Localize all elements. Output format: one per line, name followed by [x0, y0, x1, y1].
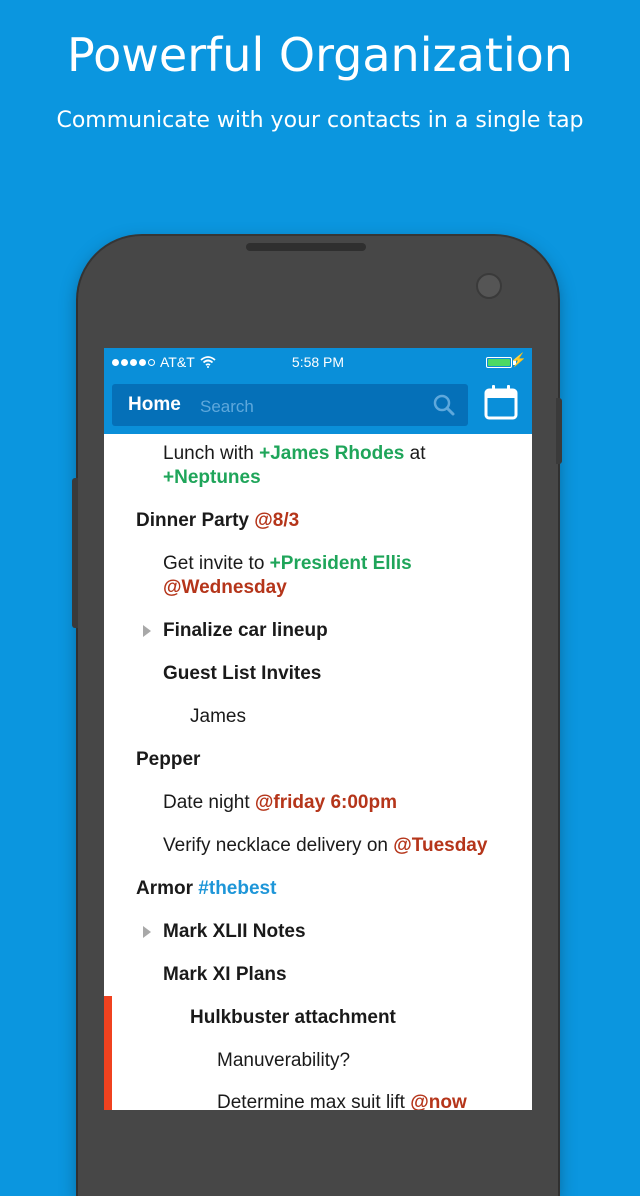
date-mention[interactable]: @friday 6:00pm	[255, 792, 397, 813]
outline-item[interactable]: @Wednesday	[104, 576, 532, 600]
outline-item[interactable]: Date night @friday 6:00pm	[104, 791, 532, 815]
outline-item[interactable]: Verify necklace delivery on @Tuesday	[104, 834, 532, 858]
item-text: Mark XLII Notes	[163, 921, 306, 942]
expand-arrow-icon[interactable]	[143, 926, 151, 938]
item-text: Verify necklace delivery on	[163, 835, 394, 856]
outline-item[interactable]: Finalize car lineup	[104, 619, 532, 643]
promo-title: Powerful Organization	[67, 28, 573, 82]
hashtag[interactable]: #thebest	[198, 878, 276, 899]
outline-list: Lunch with +James Rhodes at +Neptunes Dinn…	[104, 434, 532, 1110]
contact-mention[interactable]: +President Ellis	[270, 553, 412, 574]
outline-item[interactable]: Get invite to +President Ellis	[104, 552, 532, 576]
power-button	[556, 398, 562, 464]
search-bar[interactable]: Home Search	[112, 384, 468, 426]
outline-item[interactable]: Guest List Invites	[104, 662, 532, 686]
outline-item[interactable]: Lunch with +James Rhodes at	[104, 442, 532, 466]
item-text: Finalize car lineup	[163, 620, 328, 641]
volume-button	[72, 478, 78, 628]
outline-item[interactable]: Determine max suit lift @now	[104, 1091, 532, 1110]
item-text: Mark XI Plans	[163, 964, 287, 985]
outline-item[interactable]: Mark XLII Notes	[104, 920, 532, 944]
item-text: at	[404, 443, 426, 464]
contact-mention[interactable]: +Neptunes	[163, 467, 261, 488]
item-text: Pepper	[136, 749, 201, 770]
phone-camera	[476, 273, 502, 299]
home-button[interactable]: Home	[128, 394, 181, 416]
battery-icon	[486, 357, 512, 368]
status-time: 5:58 PM	[291, 354, 345, 370]
outline-item[interactable]: James	[104, 705, 532, 729]
search-input[interactable]: Search	[200, 397, 254, 417]
focus-indicator	[104, 996, 112, 1110]
date-mention[interactable]: @Tuesday	[393, 835, 487, 856]
search-icon[interactable]	[432, 393, 456, 417]
expand-arrow-icon[interactable]	[143, 625, 151, 637]
contact-mention[interactable]: +James Rhodes	[259, 443, 404, 464]
charging-icon: ⚡	[510, 352, 527, 367]
outline-item[interactable]: Armor #thebest	[104, 877, 532, 901]
outline-item[interactable]: +Neptunes	[104, 466, 532, 490]
item-text: James	[190, 706, 246, 727]
item-text: Manuverability?	[217, 1050, 351, 1071]
date-mention[interactable]: @8/3	[254, 510, 299, 531]
outline-item[interactable]: Hulkbuster attachment	[104, 1006, 532, 1030]
date-mention[interactable]: @now	[410, 1092, 467, 1110]
outline-item[interactable]: Dinner Party @8/3	[104, 509, 532, 533]
calendar-icon[interactable]	[484, 384, 518, 420]
item-text: Lunch with	[163, 443, 260, 464]
outline-item[interactable]: Pepper	[104, 748, 532, 772]
item-text: Determine max suit lift	[217, 1092, 411, 1110]
item-text: Dinner Party	[136, 510, 255, 531]
item-text: Date night	[163, 792, 255, 813]
outline-item[interactable]: Manuverability?	[104, 1049, 532, 1073]
nav-bar: Home Search	[104, 378, 532, 434]
item-text: Guest List Invites	[163, 663, 322, 684]
outline-item[interactable]: Mark XI Plans	[104, 963, 532, 987]
item-text: Hulkbuster attachment	[190, 1007, 396, 1028]
phone-speaker	[246, 243, 366, 251]
app-screen: AT&T 5:58 PM ⚡ Home Search Lunch with +J…	[104, 348, 532, 1110]
promo-subtitle: Communicate with your contacts in a sing…	[56, 108, 584, 133]
status-bar: AT&T 5:58 PM ⚡	[104, 348, 532, 378]
item-text: Armor	[136, 878, 199, 899]
item-text: Get invite to	[163, 553, 270, 574]
date-mention[interactable]: @Wednesday	[163, 577, 287, 598]
